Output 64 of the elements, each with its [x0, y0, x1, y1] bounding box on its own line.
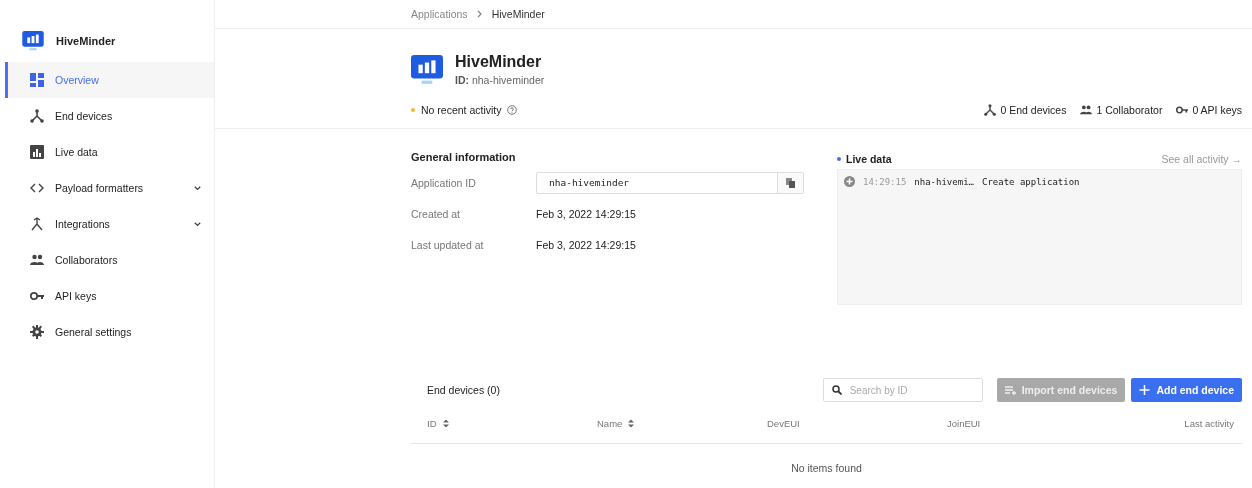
bar-chart-icon	[30, 145, 44, 159]
app-title: HiveMinder	[455, 53, 543, 71]
field-value: Feb 3, 2022 14:29:15	[536, 207, 636, 220]
app-logo-icon	[411, 54, 443, 85]
list-add-icon	[1004, 385, 1016, 395]
breadcrumb-current: HiveMinder	[491, 8, 545, 20]
merge-icon	[30, 217, 44, 231]
sidebar-item[interactable]: Live data	[5, 134, 214, 170]
status-dot	[411, 108, 415, 112]
sort-icon	[442, 418, 449, 428]
sidebar-item[interactable]: Overview	[5, 62, 214, 98]
people-icon	[30, 253, 44, 267]
breadcrumb-link[interactable]: Applications	[411, 8, 468, 20]
search-field[interactable]: Search by ID	[822, 378, 983, 402]
plus-icon	[1139, 385, 1151, 395]
node-icon	[30, 109, 44, 123]
field-label: Created at	[411, 207, 462, 220]
empty-message: No items found	[790, 461, 863, 474]
chevron-down-icon	[193, 183, 202, 193]
app-name: HiveMinder	[56, 35, 116, 47]
stat-count: 1 Collaborator	[1096, 104, 1163, 116]
app-logo-icon	[22, 31, 44, 51]
column-header: JoinEUI	[947, 417, 982, 429]
sidebar-item[interactable]: End devices	[5, 98, 214, 134]
plus-circle-icon	[844, 176, 855, 187]
app-id: ID: nha-hiveminder	[455, 74, 545, 86]
search-icon	[831, 385, 842, 395]
copy-button[interactable]	[777, 172, 803, 193]
sidebar-item[interactable]: General settings	[5, 314, 214, 350]
table-title: End devices (0)	[426, 384, 501, 396]
column-header: Last activity	[1183, 417, 1234, 429]
copy-icon	[786, 177, 795, 188]
add-button[interactable]: Add end device	[1131, 378, 1242, 402]
column-header[interactable]: ID	[427, 417, 597, 429]
section-title: Live data	[846, 153, 892, 165]
help-icon	[506, 105, 517, 115]
chevron-down-icon	[193, 219, 202, 229]
field-label: Application ID	[411, 176, 477, 189]
key-icon	[1176, 104, 1189, 116]
event-time: 14:29:15	[863, 176, 907, 187]
section-title: General information	[411, 151, 517, 165]
sidebar-item[interactable]: API keys	[5, 278, 214, 314]
activity-status: No recent activity	[421, 104, 502, 116]
event-entity: nha-hivemi…	[914, 176, 974, 187]
grid-icon	[30, 73, 44, 87]
key-icon	[30, 289, 44, 303]
field-value: Feb 3, 2022 14:29:15	[536, 238, 636, 251]
status-dot-icon	[837, 157, 841, 161]
column-header[interactable]: Name	[597, 417, 767, 429]
node-icon	[984, 104, 997, 116]
gear-icon	[30, 325, 44, 339]
sidebar-item[interactable]: Collaborators	[5, 242, 214, 278]
field-label: Last updated at	[411, 238, 485, 251]
event-message: Create application	[981, 176, 1080, 187]
sidebar-item[interactable]: Payload formatters	[5, 170, 214, 206]
sidebar-item[interactable]: Integrations	[5, 206, 214, 242]
column-header: DevEUI	[767, 417, 801, 429]
input-field[interactable]: nha-hiveminder	[536, 171, 804, 194]
chevron-right-icon	[475, 10, 484, 18]
people-icon	[1080, 104, 1093, 116]
stat-count: 0 API keys	[1192, 104, 1242, 116]
code-icon	[30, 181, 44, 195]
sort-icon	[628, 418, 635, 428]
stat-count: 0 End devices	[1000, 104, 1067, 116]
